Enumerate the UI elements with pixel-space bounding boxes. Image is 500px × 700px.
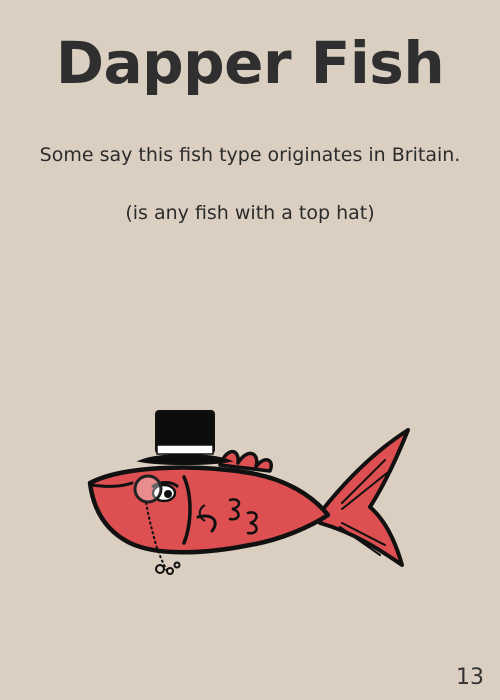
page-number: 13 (456, 665, 484, 690)
card: Dapper Fish Some say this fish type orig… (0, 0, 500, 700)
card-description: Some say this fish type originates in Br… (39, 144, 461, 166)
monocle-icon (133, 474, 163, 504)
top-hat-icon (136, 410, 234, 465)
card-title: Dapper Fish (55, 29, 445, 97)
fish-body (87, 465, 331, 555)
card-note: (is any fish with a top hat) (125, 202, 375, 224)
dapper-fish-illustration (87, 410, 410, 575)
